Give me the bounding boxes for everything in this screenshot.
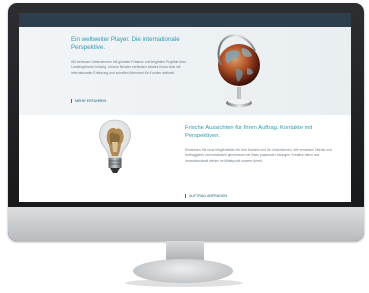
globe-image [217,34,260,107]
website-screen: Ein weltweiter Player. Die international… [19,13,351,202]
monitor-stand-neck [166,241,204,261]
hero-title: Ein weltweiter Player. Die international… [71,36,180,51]
section-body-text: Entdecken Sie neue Möglichkeiten für Ihr… [185,148,332,163]
section-title: Frische Aussichten für Ihren Auftrag. Ko… [185,125,313,139]
section-cta-link[interactable]: AUFTRAG ANFRAGEN [185,194,227,198]
monitor-stand-base [133,259,233,283]
hero-section: Ein weltweiter Player. Die international… [19,27,351,115]
hero-body-text: Wir betreuen Unternehmen mit globaler Pr… [71,60,187,75]
perspectives-section: Frische Aussichten für Ihren Auftrag. Ko… [19,115,351,202]
site-header-bar [19,13,351,27]
monitor-chin [8,207,364,241]
hero-more-link[interactable]: MEHR ERFAHREN [71,99,106,103]
lightbulb-image [99,119,131,173]
